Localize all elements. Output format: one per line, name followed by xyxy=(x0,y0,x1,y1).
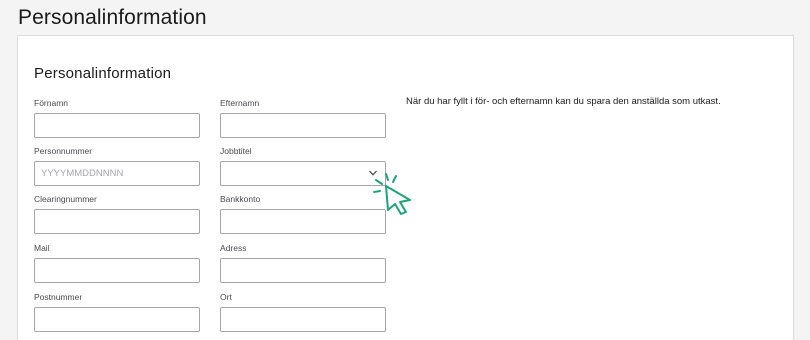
field-mail: Mail xyxy=(34,243,200,283)
field-jobbtitel: Jobbtitel xyxy=(220,146,386,186)
clearingnummer-input[interactable] xyxy=(34,209,200,234)
draft-info-text: När du har fyllt i för- och efternamn ka… xyxy=(406,96,721,107)
clearingnummer-label: Clearingnummer xyxy=(34,194,97,204)
field-adress: Adress xyxy=(220,243,386,283)
page-title: Personalinformation xyxy=(18,6,207,29)
mail-label: Mail xyxy=(34,243,50,253)
adress-input[interactable] xyxy=(220,258,386,283)
personal-info-card: Personalinformation Förnamn Efternamn Pe… xyxy=(17,35,794,340)
postnummer-input[interactable] xyxy=(34,307,200,332)
jobbtitel-select[interactable] xyxy=(220,161,386,186)
adress-label: Adress xyxy=(220,243,247,253)
field-personnummer: Personnummer xyxy=(34,146,200,186)
jobbtitel-label: Jobbtitel xyxy=(220,146,252,156)
field-bankkonto: Bankkonto xyxy=(220,194,386,234)
postnummer-label: Postnummer xyxy=(34,292,83,302)
personnummer-label: Personnummer xyxy=(34,146,93,156)
bankkonto-label: Bankkonto xyxy=(220,194,261,204)
efternamn-label: Efternamn xyxy=(220,98,260,108)
ort-input[interactable] xyxy=(220,307,386,332)
page: Personalinformation Personalinformation … xyxy=(0,0,810,340)
field-postnummer: Postnummer xyxy=(34,292,200,332)
field-clearingnummer: Clearingnummer xyxy=(34,194,200,234)
field-efternamn: Efternamn xyxy=(220,98,386,138)
mail-input[interactable] xyxy=(34,258,200,283)
chevron-down-icon xyxy=(369,170,377,176)
personnummer-input[interactable] xyxy=(34,161,200,186)
bankkonto-input[interactable] xyxy=(220,209,386,234)
ort-label: Ort xyxy=(220,292,232,302)
section-title: Personalinformation xyxy=(34,65,172,82)
efternamn-input[interactable] xyxy=(220,113,386,138)
field-ort: Ort xyxy=(220,292,386,332)
fornamn-input[interactable] xyxy=(34,113,200,138)
fornamn-label: Förnamn xyxy=(34,98,69,108)
field-fornamn: Förnamn xyxy=(34,98,200,138)
